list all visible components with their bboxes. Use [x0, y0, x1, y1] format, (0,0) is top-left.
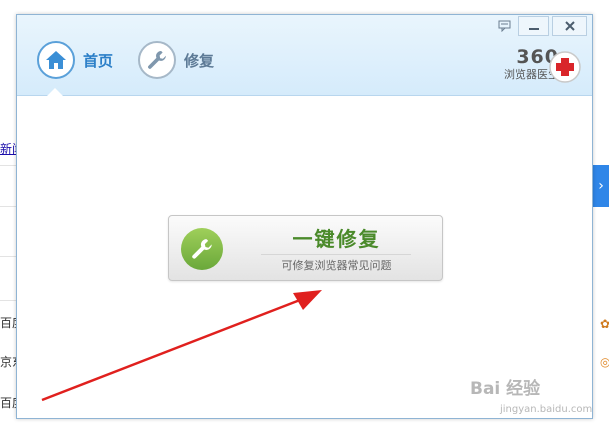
minimize-icon: [528, 28, 539, 30]
close-icon: [564, 21, 575, 31]
tab-repair-label: 修复: [184, 51, 215, 70]
repair-title: 一键修复: [292, 227, 381, 251]
red-cross-icon: [549, 51, 581, 83]
feedback-button[interactable]: [493, 16, 515, 36]
divider: [0, 256, 16, 257]
brand-subtitle: 浏览器医生: [504, 68, 559, 81]
divider: [261, 254, 411, 255]
tab-home-label: 首页: [83, 51, 114, 70]
brand-number: 360: [516, 46, 559, 68]
minimize-button[interactable]: [518, 16, 549, 36]
brand-360: 360 浏览器医生: [479, 47, 559, 82]
background-side-tab[interactable]: ›: [593, 165, 609, 207]
wrench-icon: [138, 41, 176, 79]
repair-subtitle: 可修复浏览器常见问题: [281, 259, 392, 272]
one-click-repair-button[interactable]: 一键修复 可修复浏览器常见问题: [168, 215, 443, 281]
tab-repair[interactable]: 修复: [138, 40, 214, 80]
browser-doctor-window: 首页 修复 360 浏览器医生 一键修复 可修复浏览器常见问题: [16, 14, 593, 419]
wrench-icon: [181, 228, 223, 270]
baidu-watermark: Bai 经验 jingyan.baidu.com: [470, 368, 600, 428]
circle-icon: ◎: [600, 355, 609, 369]
active-tab-indicator: [47, 88, 63, 96]
divider: [0, 165, 16, 166]
close-button[interactable]: [552, 16, 587, 36]
leaf-icon: ✿: [600, 317, 609, 331]
window-header: 首页 修复 360 浏览器医生: [17, 15, 592, 96]
divider: [0, 206, 16, 207]
watermark-main: Bai 经验: [470, 379, 541, 399]
home-icon: [37, 41, 75, 79]
divider: [0, 300, 16, 301]
tab-home[interactable]: 首页: [37, 40, 113, 80]
watermark-url: jingyan.baidu.com: [500, 404, 593, 415]
feedback-icon: [498, 20, 510, 32]
